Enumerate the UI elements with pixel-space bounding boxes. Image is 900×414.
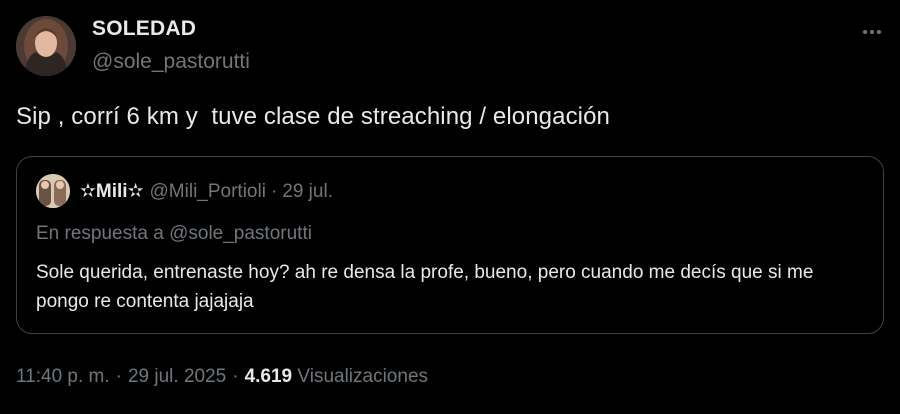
tweet-date[interactable]: 29 jul. 2025: [128, 366, 226, 387]
more-horizontal-icon-dot: [877, 30, 881, 34]
separator-dot: ·: [270, 181, 278, 202]
views-count: 4.619: [244, 366, 293, 387]
profile-photo-avatar-icon: [16, 16, 76, 76]
separator-dot: ·: [115, 366, 122, 387]
more-horizontal-icon: [863, 30, 867, 34]
quoted-tweet[interactable]: ✫Mili✫ @Mili_Portioli · 29 jul. En respuest…: [16, 156, 884, 334]
quoted-tweet-text: Sole querida, entrenaste hoy? ah re dens…: [36, 262, 814, 312]
reply-context: En respuesta a @sole_pastorutti: [36, 223, 312, 245]
more-options-button[interactable]: [855, 22, 889, 42]
more-horizontal-icon-dot: [870, 30, 874, 34]
reply-to-handle[interactable]: @sole_pastorutti: [169, 223, 312, 244]
tweet-metadata: 11:40 p. m. · 29 jul. 2025 · 4.619 Visualiza…: [16, 366, 428, 388]
author-display-name[interactable]: SOLEDAD: [92, 17, 196, 41]
quoted-author-handle[interactable]: @Mili_Portioli: [150, 181, 266, 202]
quoted-author-avatar[interactable]: [36, 174, 70, 208]
profile-photo-avatar-icon: [36, 174, 70, 208]
tweet-card: SOLEDAD @sole_pastorutti Sip , corrí 6 k…: [0, 0, 900, 414]
views-label: Visualizaciones: [297, 366, 429, 387]
quoted-tweet-date[interactable]: 29 jul.: [282, 181, 333, 202]
separator-dot: ·: [232, 366, 239, 387]
author-avatar[interactable]: [16, 16, 76, 76]
tweet-text: Sip , corrí 6 km y tuve clase de streach…: [16, 103, 610, 130]
tweet-time[interactable]: 11:40 p. m.: [16, 366, 110, 387]
reply-prefix: En respuesta a: [36, 223, 164, 244]
quoted-tweet-header: ✫Mili✫ @Mili_Portioli · 29 jul.: [80, 180, 333, 203]
author-handle[interactable]: @sole_pastorutti: [92, 50, 250, 74]
quoted-author-display-name[interactable]: ✫Mili✫: [80, 181, 144, 202]
